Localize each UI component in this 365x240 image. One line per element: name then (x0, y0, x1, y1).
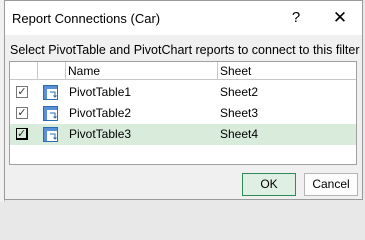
pivottable-icon (43, 85, 58, 100)
pivottable-icon (43, 106, 58, 121)
row-sheet: Sheet4 (220, 127, 259, 141)
table-row[interactable]: ✓ PivotTable2 Sheet3 (10, 103, 356, 124)
reports-list[interactable]: Name Sheet ✓ PivotTable1 Sheet2 ✓ PivotT… (9, 61, 357, 165)
row-name: PivotTable2 (69, 106, 132, 120)
row-name: PivotTable1 (69, 85, 132, 99)
cancel-button[interactable]: Cancel (304, 173, 358, 196)
close-button[interactable]: ✕ (326, 6, 354, 30)
help-button[interactable]: ? (282, 6, 310, 30)
instructions-text: Select PivotTable and PivotChart reports… (10, 43, 360, 57)
column-header-sheet[interactable]: Sheet (218, 62, 356, 80)
row-sheet: Sheet2 (220, 85, 259, 99)
pivottable-icon (43, 127, 58, 142)
ok-button[interactable]: OK (242, 173, 296, 196)
column-header-name[interactable]: Name (66, 62, 218, 80)
row-checkbox[interactable]: ✓ (16, 86, 28, 98)
report-connections-dialog: Report Connections (Car) ? ✕ Select Pivo… (4, 0, 363, 200)
column-header-check[interactable] (10, 62, 38, 80)
list-header: Name Sheet (10, 62, 356, 81)
column-header-icon[interactable] (38, 62, 66, 80)
dialog-title: Report Connections (Car) (12, 11, 161, 26)
row-name: PivotTable3 (69, 127, 132, 141)
row-checkbox[interactable]: ✓ (16, 107, 28, 119)
row-checkbox[interactable]: ✓ (16, 128, 28, 140)
row-sheet: Sheet3 (220, 106, 259, 120)
table-row[interactable]: ✓ PivotTable3 Sheet4 (10, 124, 356, 145)
table-row[interactable]: ✓ PivotTable1 Sheet2 (10, 82, 356, 103)
title-bar: Report Connections (Car) ? ✕ (5, 1, 362, 35)
